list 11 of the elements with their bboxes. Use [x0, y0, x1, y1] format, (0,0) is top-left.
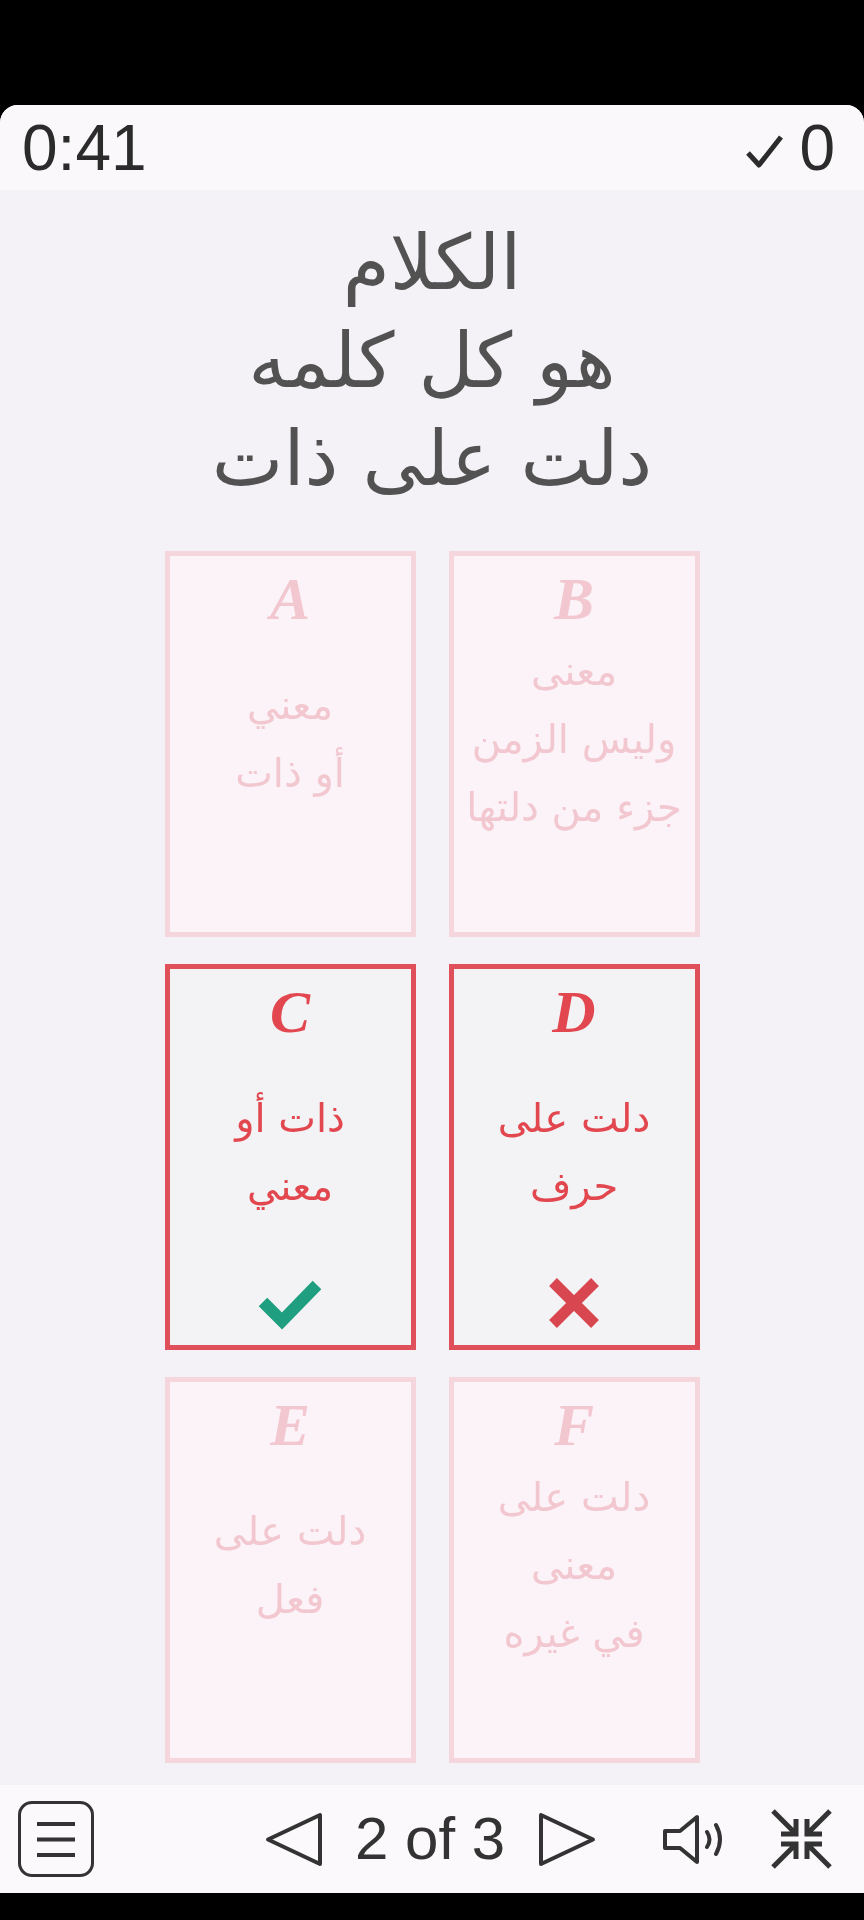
option-text: ذات أو معني	[235, 1084, 345, 1220]
timer: 0:41	[22, 115, 147, 180]
option-letter: D	[552, 981, 596, 1043]
menu-icon	[37, 1820, 75, 1858]
page-counter: 2 of 3	[355, 1809, 506, 1869]
option-text: دلت على حرف	[497, 1094, 651, 1212]
option-letter: C	[270, 981, 310, 1043]
question-text: الكلام هو كل كلمه دلت على ذات	[211, 217, 653, 505]
score-count: 0	[799, 115, 835, 180]
menu-button[interactable]	[18, 1801, 94, 1877]
inward-arrows-icon[interactable]	[770, 1808, 834, 1870]
